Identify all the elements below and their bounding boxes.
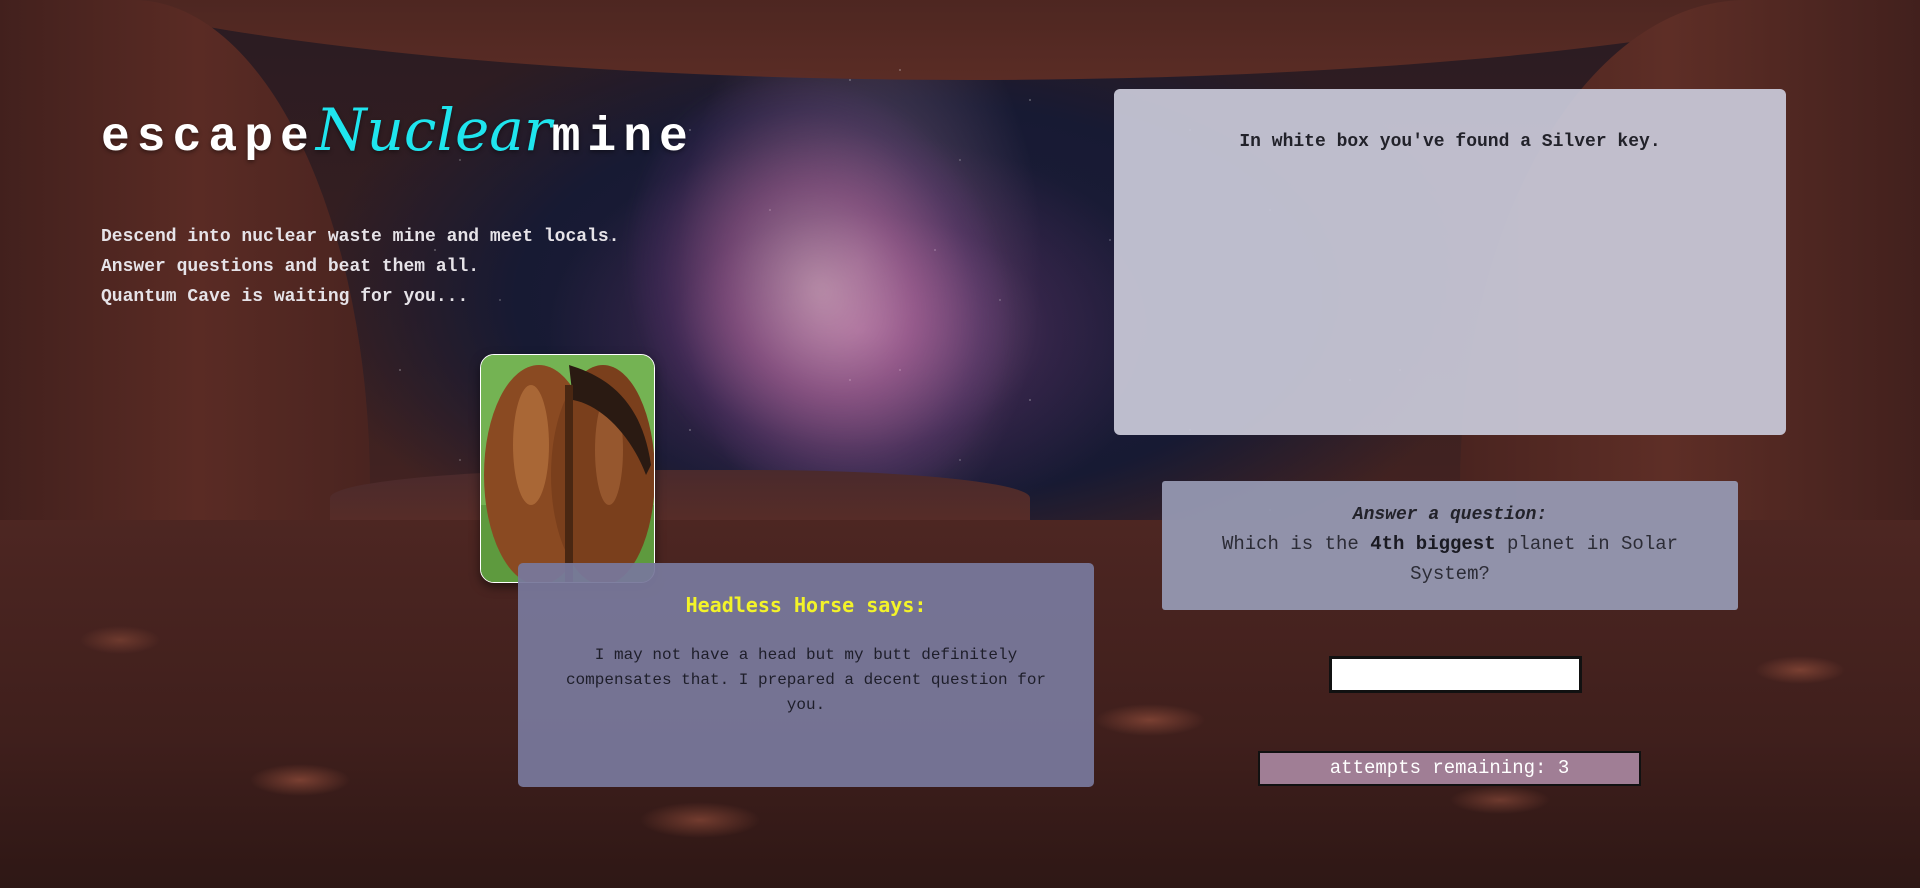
speaker-heading: Headless Horse says:	[685, 593, 927, 617]
question-heading: Answer a question:	[1352, 505, 1548, 525]
intro-line: Descend into nuclear waste mine and meet…	[101, 227, 620, 247]
horse-rear-icon	[481, 355, 654, 582]
game-title: escapeNuclearmine	[101, 96, 695, 165]
answer-input[interactable]	[1329, 656, 1582, 693]
attempts-count: 3	[1557, 757, 1570, 779]
intro-line: Answer questions and beat them all.	[101, 257, 480, 277]
character-avatar	[480, 354, 655, 583]
title-part-mine: mine	[551, 111, 695, 165]
title-part-nuclear: Nuclear	[315, 96, 552, 164]
message-text: In white box you've found a Silver key.	[1239, 132, 1661, 152]
intro-line: Quantum Cave is waiting for you...	[101, 287, 469, 307]
question-box: Answer a question: Which is the 4th bigg…	[1162, 481, 1738, 610]
character-speech-box: Headless Horse says: I may not have a he…	[518, 563, 1094, 787]
question-text-emphasis: 4th biggest	[1370, 533, 1496, 555]
attempts-label: attempts remaining:	[1329, 757, 1558, 779]
question-text: Which is the 4th biggest planet in Solar…	[1190, 529, 1710, 589]
title-part-escape: escape	[101, 111, 316, 165]
question-text-start: Which is the	[1221, 533, 1371, 555]
speech-text: I may not have a head but my butt defini…	[565, 646, 1047, 714]
attempts-counter: attempts remaining: 3	[1258, 751, 1641, 786]
message-box: In white box you've found a Silver key.	[1114, 89, 1786, 435]
intro-text: Descend into nuclear waste mine and meet…	[101, 222, 619, 312]
